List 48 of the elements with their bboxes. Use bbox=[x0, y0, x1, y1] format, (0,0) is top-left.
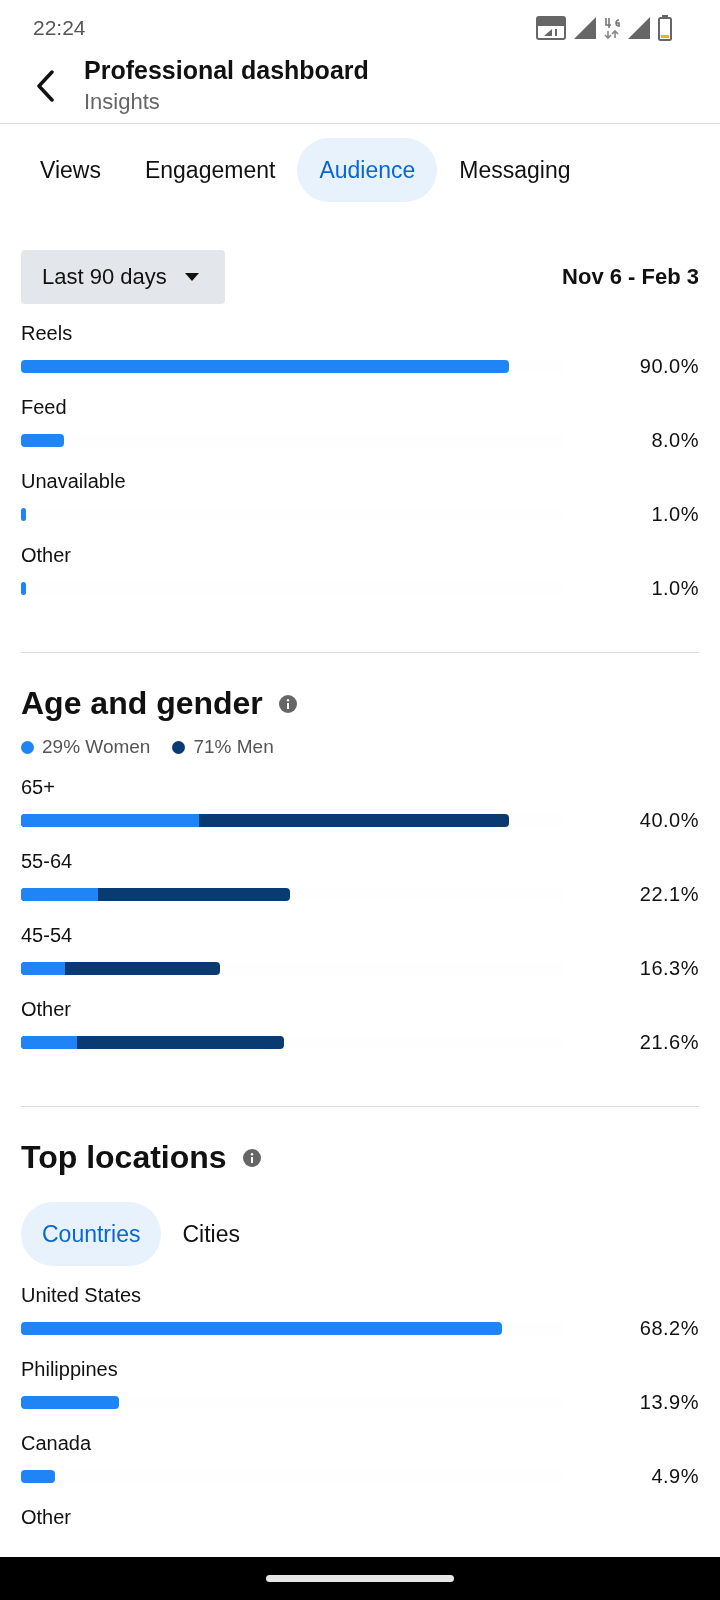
row-value: 40.0% bbox=[639, 808, 699, 832]
row-label: Philippines bbox=[21, 1358, 119, 1382]
home-handle[interactable] bbox=[266, 1575, 454, 1582]
row-label: 45-54 bbox=[21, 924, 74, 948]
row-value: 8.0% bbox=[651, 428, 699, 452]
row-value: 1.0% bbox=[651, 502, 699, 526]
row-value: 90.0% bbox=[639, 354, 699, 378]
page-subtitle: Insights bbox=[84, 89, 161, 115]
row-label: Other bbox=[21, 1506, 73, 1530]
signal-icon bbox=[628, 17, 650, 39]
volte-icon bbox=[536, 16, 566, 40]
network-4g-icon bbox=[604, 16, 620, 40]
caret-icon bbox=[184, 273, 199, 281]
tab[interactable]: Engagement bbox=[122, 138, 298, 202]
tab[interactable]: Audience bbox=[297, 138, 438, 202]
row-value: 16.3% bbox=[639, 956, 699, 980]
info-icon[interactable] bbox=[242, 1148, 261, 1167]
section-title: Age and gender bbox=[21, 685, 263, 722]
row-value: 22.1% bbox=[639, 882, 699, 906]
back-icon[interactable] bbox=[36, 69, 54, 102]
period-dropdown[interactable]: Last 90 days bbox=[21, 250, 225, 304]
signal-icon bbox=[574, 17, 596, 39]
tab[interactable]: Views bbox=[18, 138, 123, 202]
status-time: 22:24 bbox=[33, 16, 86, 40]
battery-icon bbox=[658, 15, 672, 41]
row-label: Other bbox=[21, 544, 73, 568]
legend-label: 71% Men bbox=[193, 736, 274, 758]
row-label: 55-64 bbox=[21, 850, 74, 874]
row-value: 68.2% bbox=[639, 1316, 699, 1340]
location-tab[interactable]: Countries bbox=[21, 1202, 162, 1266]
legend-label: 29% Women bbox=[42, 736, 151, 758]
row-value: 1.0% bbox=[651, 576, 699, 600]
section-title: Top locations bbox=[21, 1139, 227, 1176]
row-label: Other bbox=[21, 998, 73, 1022]
info-icon[interactable] bbox=[278, 694, 297, 713]
date-range: Nov 6 - Feb 3 bbox=[562, 264, 699, 290]
row-value: 13.9% bbox=[639, 1390, 699, 1414]
row-label: Canada bbox=[21, 1432, 93, 1456]
location-tab[interactable]: Cities bbox=[161, 1202, 261, 1266]
row-value: 21.6% bbox=[639, 1030, 699, 1054]
row-label: United States bbox=[21, 1284, 143, 1308]
row-label: Feed bbox=[21, 396, 68, 420]
row-value: 4.9% bbox=[651, 1464, 699, 1488]
row-label: Unavailable bbox=[21, 470, 127, 494]
tab[interactable]: Messaging bbox=[437, 138, 593, 202]
row-label: Reels bbox=[21, 322, 74, 346]
page-title: Professional dashboard bbox=[84, 56, 369, 85]
row-label: 65+ bbox=[21, 776, 56, 800]
